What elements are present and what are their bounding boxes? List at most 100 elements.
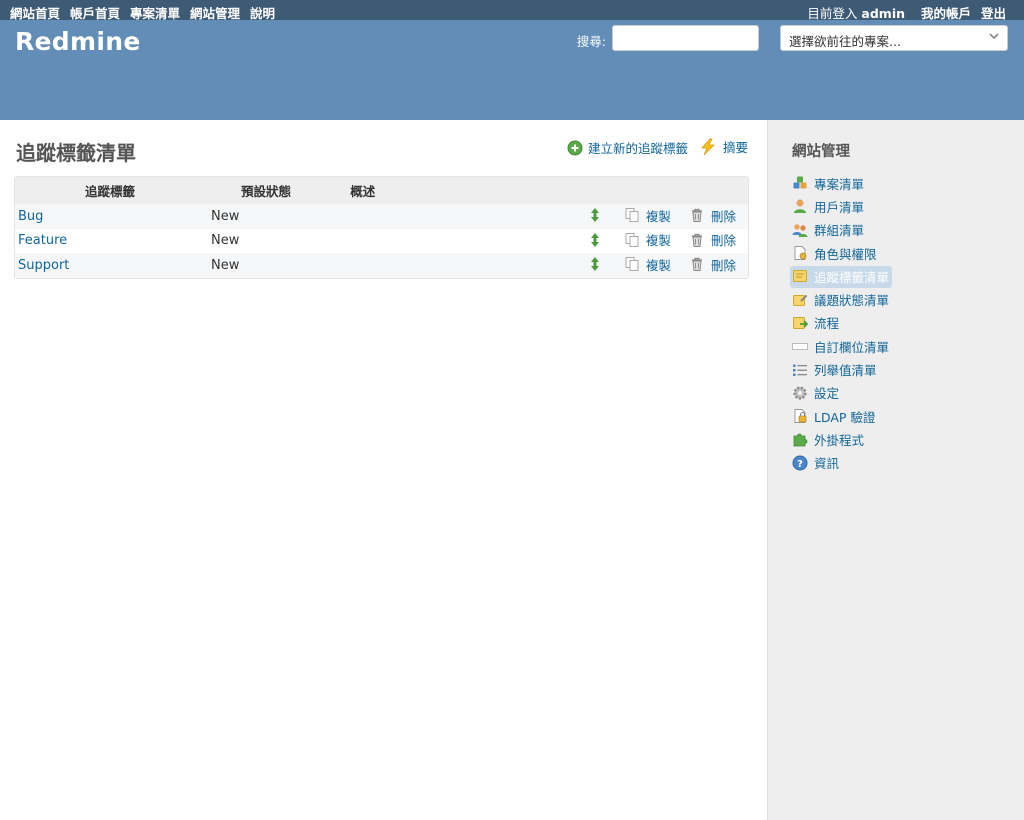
trackers-table: 追蹤標籤 預設狀態 概述 Bug New 複製 刪除 Feature New 複… (14, 176, 749, 279)
sidebar-link-users[interactable]: 用戶清單 (790, 196, 867, 218)
search-input[interactable] (612, 25, 759, 51)
sidebar-item-label: 專案清單 (814, 176, 865, 192)
sidebar-item-label: LDAP 驗證 (814, 409, 876, 425)
lightning-icon (701, 138, 715, 155)
sidebar-item-custom-fields: 自訂欄位清單 (790, 335, 892, 358)
sidebar-item-ldap: LDAP 驗證 (790, 405, 892, 428)
reorder-handle[interactable] (590, 207, 606, 223)
table-row: Bug New 複製 刪除 (15, 204, 748, 229)
top-menu-home[interactable]: 網站首頁 (10, 6, 60, 21)
tracker-link[interactable]: Feature (18, 233, 67, 248)
delete-label: 刪除 (710, 257, 736, 273)
delete-label: 刪除 (710, 208, 736, 224)
site-title: Redmine (15, 27, 141, 56)
logout-link[interactable]: 登出 (981, 6, 1006, 21)
sidebar-item-label: 資訊 (814, 456, 840, 472)
copy-label: 複製 (645, 208, 671, 224)
sidebar-link-info[interactable]: ? 資訊 (790, 452, 842, 474)
sidebar-link-plugins[interactable]: 外掛程式 (790, 429, 867, 451)
tracker-name-cell: Bug (15, 204, 205, 229)
sidebar-item-label: 追蹤標籤清單 (814, 269, 890, 285)
tracker-link[interactable]: Bug (18, 209, 43, 224)
sidebar-link-custom-fields[interactable]: 自訂欄位清單 (790, 336, 892, 358)
copy-link[interactable]: 複製 (624, 255, 671, 274)
sidebar-item-roles: 角色與權限 (790, 242, 892, 265)
sidebar-link-issue-statuses[interactable]: 議題狀態清單 (790, 289, 892, 311)
delete-link[interactable]: 刪除 (689, 255, 736, 274)
gear-icon (793, 386, 807, 400)
top-menu-projects[interactable]: 專案清單 (130, 6, 180, 21)
new-tracker-link[interactable]: 建立新的追蹤標籤 (567, 138, 688, 157)
logged-user-link[interactable]: admin (861, 6, 905, 21)
column-header-description: 概述 (327, 177, 399, 204)
copy-link[interactable]: 複製 (624, 206, 671, 225)
sidebar-link-enumerations[interactable]: 列舉值清單 (790, 359, 880, 381)
user-icon (794, 199, 806, 214)
svg-text:?: ? (797, 459, 803, 470)
reorder-handle[interactable] (590, 232, 606, 248)
workflow-icon (793, 316, 808, 329)
row-actions: 複製 刪除 (398, 204, 748, 229)
copy-icon (625, 232, 639, 247)
sidebar-item-info: ? 資訊 (790, 452, 892, 475)
project-jump-select[interactable]: 選擇欲前往的專案... (780, 25, 1008, 51)
my-account-link[interactable]: 我的帳戶 (921, 6, 971, 21)
reorder-handle[interactable] (590, 256, 606, 272)
content: 建立新的追蹤標籤 摘要 追蹤標籤清單 追蹤標籤 預設狀態 概述 Bug New … (0, 120, 767, 820)
sidebar-link-trackers[interactable]: 追蹤標籤清單 (790, 265, 893, 288)
column-header-tracker: 追蹤標籤 (15, 177, 205, 204)
sidebar-item-label: 用戶清單 (814, 199, 865, 215)
sidebar-item-enumerations: 列舉值清單 (790, 358, 892, 381)
header: Redmine 搜尋: 選擇欲前往的專案... (0, 20, 1024, 120)
table-row: Feature New 複製 刪除 (15, 228, 748, 253)
list-icon (793, 364, 807, 376)
delete-link[interactable]: 刪除 (689, 230, 736, 249)
reorder-arrows-icon (590, 257, 599, 271)
table-header-row: 追蹤標籤 預設狀態 概述 (15, 177, 748, 204)
description-cell (327, 228, 399, 253)
sidebar-item-label: 群組清單 (814, 223, 865, 239)
sidebar-link-roles[interactable]: 角色與權限 (790, 243, 880, 265)
column-header-default-status: 預設狀態 (205, 177, 327, 204)
sidebar-title: 網站管理 (792, 144, 850, 160)
help-icon: ? (792, 455, 808, 471)
table-row: Support New 複製 刪除 (15, 253, 748, 278)
summary-link[interactable]: 摘要 (698, 137, 748, 156)
default-status-cell: New (205, 253, 327, 278)
reorder-arrows-icon (590, 208, 599, 222)
copy-link[interactable]: 複製 (624, 230, 671, 249)
copy-label: 複製 (645, 233, 671, 248)
issue-status-icon (793, 294, 808, 306)
admin-menu: 專案清單 用戶清單 群組清單 角色與權限 追蹤標籤清單 議題狀態清單 流程 自訂… (790, 172, 893, 475)
copy-icon (625, 208, 639, 222)
row-actions: 複製 刪除 (398, 253, 748, 278)
sidebar-link-settings[interactable]: 設定 (790, 382, 842, 404)
sidebar-item-label: 自訂欄位清單 (814, 339, 890, 355)
sidebar-link-groups[interactable]: 群組清單 (790, 219, 867, 241)
sidebar-item-issue-statuses: 議題狀態清單 (790, 288, 892, 311)
top-menu-administration[interactable]: 網站管理 (190, 6, 240, 21)
sidebar-item-trackers: 追蹤標籤清單 (790, 265, 893, 288)
page-title: 追蹤標籤清單 (16, 141, 136, 165)
summary-label: 摘要 (722, 140, 748, 155)
add-icon (567, 140, 583, 155)
sidebar-item-label: 議題狀態清單 (814, 293, 890, 309)
sidebar-item-label: 列舉值清單 (814, 363, 877, 379)
top-menu-help[interactable]: 說明 (250, 6, 275, 21)
sidebar-item-label: 設定 (814, 386, 840, 402)
tracker-link[interactable]: Support (18, 258, 69, 273)
trash-icon (691, 208, 702, 222)
delete-link[interactable]: 刪除 (689, 206, 736, 225)
row-actions: 複製 刪除 (398, 228, 748, 253)
sidebar-link-ldap[interactable]: LDAP 驗證 (790, 406, 878, 428)
projects-icon (793, 176, 807, 189)
top-menu-my-page[interactable]: 帳戶首頁 (70, 6, 120, 21)
group-icon (792, 224, 808, 237)
sidebar-link-projects[interactable]: 專案清單 (790, 173, 867, 195)
sidebar-item-users: 用戶清單 (790, 195, 892, 218)
sidebar-item-label: 外掛程式 (814, 432, 865, 448)
sidebar-link-workflow[interactable]: 流程 (790, 312, 842, 334)
copy-label: 複製 (645, 257, 671, 273)
sidebar-item-workflow: 流程 (790, 312, 892, 335)
main: 建立新的追蹤標籤 摘要 追蹤標籤清單 追蹤標籤 預設狀態 概述 Bug New … (0, 120, 1024, 820)
